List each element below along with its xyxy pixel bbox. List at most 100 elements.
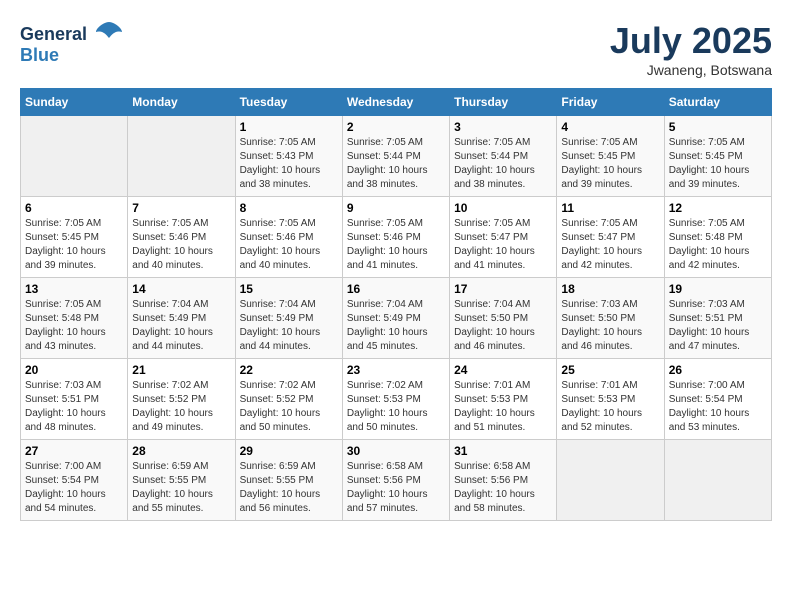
day-number: 26 bbox=[669, 363, 767, 377]
day-details: Sunrise: 7:04 AM Sunset: 5:49 PM Dayligh… bbox=[132, 298, 230, 354]
day-details: Sunrise: 6:58 AM Sunset: 5:56 PM Dayligh… bbox=[454, 460, 552, 516]
day-details: Sunrise: 7:05 AM Sunset: 5:48 PM Dayligh… bbox=[669, 217, 767, 273]
calendar-cell: 21Sunrise: 7:02 AM Sunset: 5:52 PM Dayli… bbox=[128, 359, 235, 440]
day-number: 19 bbox=[669, 282, 767, 296]
day-details: Sunrise: 7:05 AM Sunset: 5:45 PM Dayligh… bbox=[669, 136, 767, 192]
day-number: 11 bbox=[561, 201, 659, 215]
day-details: Sunrise: 7:00 AM Sunset: 5:54 PM Dayligh… bbox=[669, 379, 767, 435]
day-number: 28 bbox=[132, 444, 230, 458]
calendar-cell: 14Sunrise: 7:04 AM Sunset: 5:49 PM Dayli… bbox=[128, 278, 235, 359]
day-number: 5 bbox=[669, 120, 767, 134]
day-number: 15 bbox=[240, 282, 338, 296]
day-details: Sunrise: 6:59 AM Sunset: 5:55 PM Dayligh… bbox=[132, 460, 230, 516]
day-number: 16 bbox=[347, 282, 445, 296]
day-header-tuesday: Tuesday bbox=[235, 89, 342, 116]
page-header: General Blue July 2025 Jwaneng, Botswana bbox=[20, 20, 772, 78]
calendar-cell: 8 Sunrise: 7:05 AM Sunset: 5:46 PM Daylig… bbox=[235, 197, 342, 278]
calendar-cell: 26 Sunrise: 7:00 AM Sunset: 5:54 PM Dayli… bbox=[664, 359, 771, 440]
day-number: 7 bbox=[132, 201, 230, 215]
calendar-cell bbox=[557, 440, 664, 521]
day-details: Sunrise: 7:02 AM Sunset: 5:52 PM Dayligh… bbox=[240, 379, 338, 435]
calendar-week-4: 20 Sunrise: 7:03 AM Sunset: 5:51 PM Dayli… bbox=[21, 359, 772, 440]
day-number: 23 bbox=[347, 363, 445, 377]
calendar-cell: 31 Sunrise: 6:58 AM Sunset: 5:56 PM Dayli… bbox=[450, 440, 557, 521]
calendar-week-5: 27Sunrise: 7:00 AM Sunset: 5:54 PM Dayli… bbox=[21, 440, 772, 521]
day-number: 2 bbox=[347, 120, 445, 134]
day-number: 8 bbox=[240, 201, 338, 215]
day-details: Sunrise: 7:05 AM Sunset: 5:46 PM Dayligh… bbox=[347, 217, 445, 273]
calendar-header-row: SundayMondayTuesdayWednesdayThursdayFrid… bbox=[21, 89, 772, 116]
calendar-cell: 18 Sunrise: 7:03 AM Sunset: 5:50 PM Dayli… bbox=[557, 278, 664, 359]
day-details: Sunrise: 7:02 AM Sunset: 5:53 PM Dayligh… bbox=[347, 379, 445, 435]
day-number: 31 bbox=[454, 444, 552, 458]
calendar-week-2: 6Sunrise: 7:05 AM Sunset: 5:45 PM Daylig… bbox=[21, 197, 772, 278]
calendar-cell: 10Sunrise: 7:05 AM Sunset: 5:47 PM Dayli… bbox=[450, 197, 557, 278]
day-header-sunday: Sunday bbox=[21, 89, 128, 116]
day-header-monday: Monday bbox=[128, 89, 235, 116]
calendar-cell: 28 Sunrise: 6:59 AM Sunset: 5:55 PM Dayli… bbox=[128, 440, 235, 521]
calendar-cell: 15Sunrise: 7:04 AM Sunset: 5:49 PM Dayli… bbox=[235, 278, 342, 359]
calendar-cell bbox=[128, 116, 235, 197]
day-details: Sunrise: 6:58 AM Sunset: 5:56 PM Dayligh… bbox=[347, 460, 445, 516]
day-number: 18 bbox=[561, 282, 659, 296]
day-number: 9 bbox=[347, 201, 445, 215]
day-number: 3 bbox=[454, 120, 552, 134]
day-number: 21 bbox=[132, 363, 230, 377]
day-number: 13 bbox=[25, 282, 123, 296]
calendar-cell: 6Sunrise: 7:05 AM Sunset: 5:45 PM Daylig… bbox=[21, 197, 128, 278]
calendar-week-1: 1Sunrise: 7:05 AM Sunset: 5:43 PM Daylig… bbox=[21, 116, 772, 197]
calendar-week-3: 13Sunrise: 7:05 AM Sunset: 5:48 PM Dayli… bbox=[21, 278, 772, 359]
logo-general: General bbox=[20, 24, 87, 44]
day-details: Sunrise: 7:05 AM Sunset: 5:46 PM Dayligh… bbox=[240, 217, 338, 273]
day-header-wednesday: Wednesday bbox=[342, 89, 449, 116]
day-number: 25 bbox=[561, 363, 659, 377]
day-details: Sunrise: 7:05 AM Sunset: 5:46 PM Dayligh… bbox=[132, 217, 230, 273]
calendar-cell: 3 Sunrise: 7:05 AM Sunset: 5:44 PM Daylig… bbox=[450, 116, 557, 197]
calendar-cell: 13Sunrise: 7:05 AM Sunset: 5:48 PM Dayli… bbox=[21, 278, 128, 359]
day-number: 12 bbox=[669, 201, 767, 215]
day-number: 24 bbox=[454, 363, 552, 377]
calendar-cell: 22 Sunrise: 7:02 AM Sunset: 5:52 PM Dayli… bbox=[235, 359, 342, 440]
day-details: Sunrise: 7:03 AM Sunset: 5:51 PM Dayligh… bbox=[669, 298, 767, 354]
day-details: Sunrise: 7:04 AM Sunset: 5:49 PM Dayligh… bbox=[347, 298, 445, 354]
calendar-cell: 16 Sunrise: 7:04 AM Sunset: 5:49 PM Dayli… bbox=[342, 278, 449, 359]
day-details: Sunrise: 7:05 AM Sunset: 5:47 PM Dayligh… bbox=[561, 217, 659, 273]
calendar-cell: 1Sunrise: 7:05 AM Sunset: 5:43 PM Daylig… bbox=[235, 116, 342, 197]
day-details: Sunrise: 7:03 AM Sunset: 5:50 PM Dayligh… bbox=[561, 298, 659, 354]
calendar-cell: 7 Sunrise: 7:05 AM Sunset: 5:46 PM Daylig… bbox=[128, 197, 235, 278]
calendar-cell: 19 Sunrise: 7:03 AM Sunset: 5:51 PM Dayli… bbox=[664, 278, 771, 359]
day-details: Sunrise: 7:05 AM Sunset: 5:47 PM Dayligh… bbox=[454, 217, 552, 273]
day-details: Sunrise: 7:05 AM Sunset: 5:44 PM Dayligh… bbox=[454, 136, 552, 192]
location: Jwaneng, Botswana bbox=[610, 62, 772, 78]
calendar-cell: 5 Sunrise: 7:05 AM Sunset: 5:45 PM Daylig… bbox=[664, 116, 771, 197]
calendar-cell: 24 Sunrise: 7:01 AM Sunset: 5:53 PM Dayli… bbox=[450, 359, 557, 440]
day-details: Sunrise: 7:05 AM Sunset: 5:45 PM Dayligh… bbox=[25, 217, 123, 273]
calendar-cell: 25Sunrise: 7:01 AM Sunset: 5:53 PM Dayli… bbox=[557, 359, 664, 440]
day-number: 22 bbox=[240, 363, 338, 377]
day-header-saturday: Saturday bbox=[664, 89, 771, 116]
day-number: 27 bbox=[25, 444, 123, 458]
calendar-cell: 27Sunrise: 7:00 AM Sunset: 5:54 PM Dayli… bbox=[21, 440, 128, 521]
calendar-cell: 17Sunrise: 7:04 AM Sunset: 5:50 PM Dayli… bbox=[450, 278, 557, 359]
day-details: Sunrise: 7:03 AM Sunset: 5:51 PM Dayligh… bbox=[25, 379, 123, 435]
calendar-cell: 2 Sunrise: 7:05 AM Sunset: 5:44 PM Daylig… bbox=[342, 116, 449, 197]
logo-bird-icon bbox=[94, 20, 124, 40]
month-title: July 2025 bbox=[610, 20, 772, 62]
calendar-cell: 29 Sunrise: 6:59 AM Sunset: 5:55 PM Dayli… bbox=[235, 440, 342, 521]
day-details: Sunrise: 6:59 AM Sunset: 5:55 PM Dayligh… bbox=[240, 460, 338, 516]
logo: General Blue bbox=[20, 20, 124, 66]
day-details: Sunrise: 7:01 AM Sunset: 5:53 PM Dayligh… bbox=[454, 379, 552, 435]
day-details: Sunrise: 7:05 AM Sunset: 5:43 PM Dayligh… bbox=[240, 136, 338, 192]
calendar-cell: 23 Sunrise: 7:02 AM Sunset: 5:53 PM Dayli… bbox=[342, 359, 449, 440]
day-number: 20 bbox=[25, 363, 123, 377]
title-block: July 2025 Jwaneng, Botswana bbox=[610, 20, 772, 78]
day-number: 30 bbox=[347, 444, 445, 458]
calendar-cell: 12 Sunrise: 7:05 AM Sunset: 5:48 PM Dayli… bbox=[664, 197, 771, 278]
day-header-thursday: Thursday bbox=[450, 89, 557, 116]
logo-text: General bbox=[20, 20, 124, 45]
day-details: Sunrise: 7:05 AM Sunset: 5:44 PM Dayligh… bbox=[347, 136, 445, 192]
calendar-cell: 9 Sunrise: 7:05 AM Sunset: 5:46 PM Daylig… bbox=[342, 197, 449, 278]
day-number: 29 bbox=[240, 444, 338, 458]
day-header-friday: Friday bbox=[557, 89, 664, 116]
calendar-cell: 4Sunrise: 7:05 AM Sunset: 5:45 PM Daylig… bbox=[557, 116, 664, 197]
